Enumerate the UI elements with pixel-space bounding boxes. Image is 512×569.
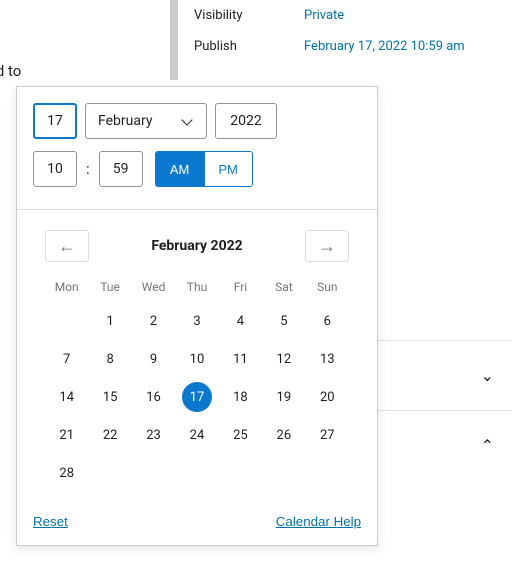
prev-month-button[interactable]: ← [45,230,89,262]
calendar-day[interactable]: 10 [175,344,218,374]
calendar-day[interactable]: 21 [45,420,88,450]
month-value: February [98,113,152,129]
calendar-day[interactable]: 16 [132,382,175,412]
calendar-day[interactable]: 8 [88,344,131,374]
calendar-header: ← February 2022 → [45,230,349,262]
calendar-day[interactable]: 18 [219,382,262,412]
calendar-day[interactable]: 12 [262,344,305,374]
separator [17,209,377,210]
date-row: 17 February 2022 [33,103,361,139]
calendar-empty-cell [45,306,88,336]
calendar-dow: Sun [306,276,349,298]
calendar-day[interactable]: 11 [219,344,262,374]
calendar-dow: Tue [88,276,131,298]
pm-button[interactable]: PM [204,152,252,186]
time-row: 10 : 59 AM PM [33,151,361,187]
month-select[interactable]: February [85,103,207,139]
chevron-down-icon: ⌄ [481,366,494,385]
calendar-day[interactable]: 4 [219,306,262,336]
truncated-content-text: ons related to [0,62,160,80]
chevron-down-icon [180,113,196,129]
publish-label: Publish [194,39,304,54]
calendar-footer: Reset Calendar Help [33,514,361,529]
calendar-day[interactable]: 20 [306,382,349,412]
am-button[interactable]: AM [156,152,204,186]
calendar-day-selected[interactable]: 17 [175,382,218,412]
time-colon: : [85,160,91,178]
calendar-day[interactable]: 6 [306,306,349,336]
visibility-label: Visibility [194,8,304,23]
calendar-day[interactable]: 24 [175,420,218,450]
calendar-grid: MonTueWedThuFriSatSun1234567891011121314… [45,276,349,488]
calendar-dow: Thu [175,276,218,298]
year-input[interactable]: 2022 [215,103,277,139]
calendar-day[interactable]: 22 [88,420,131,450]
hour-input[interactable]: 10 [33,151,77,187]
calendar-day[interactable]: 25 [219,420,262,450]
calendar-day[interactable]: 14 [45,382,88,412]
arrow-right-icon: → [318,236,336,257]
calendar-day[interactable]: 15 [88,382,131,412]
ampm-toggle: AM PM [155,151,253,187]
accordion-row-expanded[interactable]: ⌃ [378,410,512,480]
calendar-day[interactable]: 13 [306,344,349,374]
publish-row[interactable]: Publish February 17, 2022 10:59 am [178,31,512,62]
calendar-day[interactable]: 1 [88,306,131,336]
reset-link[interactable]: Reset [33,514,68,529]
visibility-value: Private [304,8,344,23]
calendar-help-link[interactable]: Calendar Help [276,514,361,529]
publish-value: February 17, 2022 10:59 am [304,39,465,54]
calendar-dow: Fri [219,276,262,298]
arrow-left-icon: ← [58,236,76,257]
calendar: ← February 2022 → MonTueWedThuFriSatSun 1… [33,230,361,488]
chevron-up-icon: ⌃ [481,436,494,455]
minute-input[interactable]: 59 [99,151,143,187]
calendar-day[interactable]: 23 [132,420,175,450]
calendar-day[interactable]: 28 [45,458,88,488]
next-month-button[interactable]: → [305,230,349,262]
calendar-dow: Wed [132,276,175,298]
datetime-picker-popover: 17 February 2022 10 : 59 AM PM ← Februar… [16,86,378,546]
calendar-day[interactable]: 9 [132,344,175,374]
calendar-dow: Sat [262,276,305,298]
calendar-dow: Mon [45,276,88,298]
calendar-day[interactable]: 2 [132,306,175,336]
day-input[interactable]: 17 [33,103,77,139]
visibility-row[interactable]: Visibility Private [178,0,512,31]
calendar-day[interactable]: 19 [262,382,305,412]
settings-panel: Visibility Private Publish February 17, … [170,0,512,80]
calendar-day[interactable]: 5 [262,306,305,336]
calendar-day[interactable]: 26 [262,420,305,450]
calendar-day[interactable]: 7 [45,344,88,374]
calendar-title: February 2022 [151,238,242,254]
accordion-row-collapsed[interactable]: ⌄ [378,340,512,410]
calendar-day[interactable]: 27 [306,420,349,450]
calendar-day[interactable]: 3 [175,306,218,336]
side-accordions: ⌄ ⌃ [378,340,512,480]
